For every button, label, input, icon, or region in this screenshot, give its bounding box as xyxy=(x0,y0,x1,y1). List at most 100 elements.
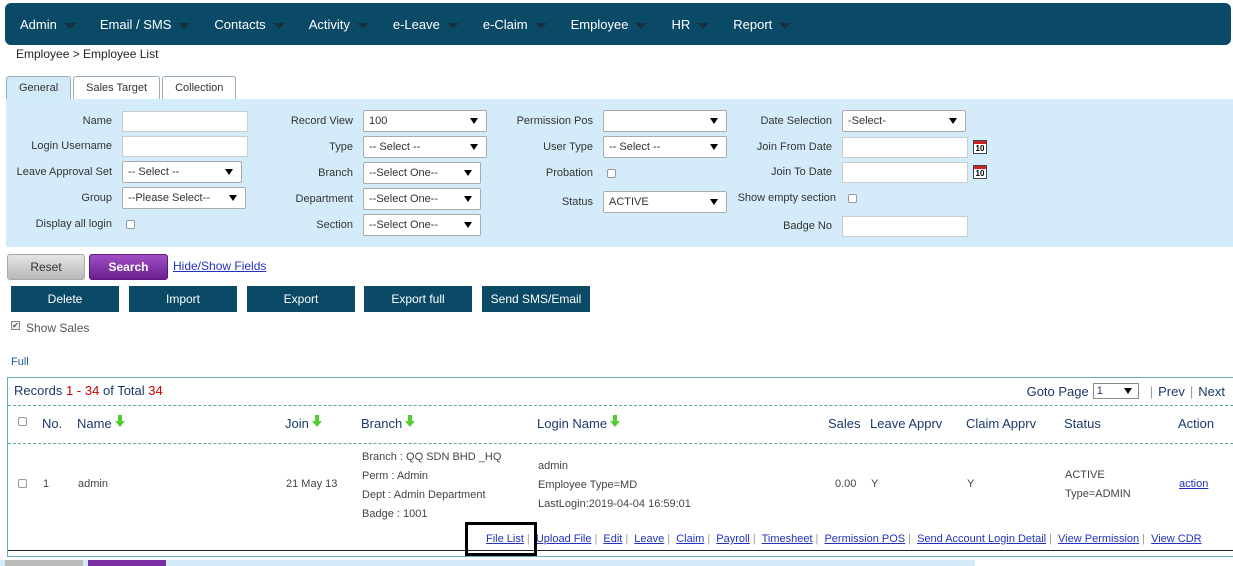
permission-pos-link[interactable]: Permission POS xyxy=(824,533,905,545)
row-status: ACTIVE Type=ADMIN xyxy=(1065,469,1131,500)
tab-general[interactable]: General xyxy=(6,76,72,100)
type-select[interactable]: -- Select -- xyxy=(363,136,487,158)
nav-e-leave[interactable]: e-Leave xyxy=(386,3,466,45)
highlight-box xyxy=(465,522,537,556)
row-checkbox[interactable] xyxy=(18,479,27,488)
nav-report[interactable]: Report xyxy=(726,3,798,45)
show-sales-checkbox[interactable]: ✔ xyxy=(11,320,20,330)
row-claim-apprv: Y xyxy=(967,478,975,490)
nav-hr[interactable]: HR xyxy=(664,3,716,45)
leave-approval-set-select[interactable]: -- Select -- xyxy=(122,161,242,183)
date-selection-select[interactable]: -Select- xyxy=(842,110,966,132)
row-name: admin xyxy=(78,478,108,490)
next-link[interactable]: Next xyxy=(1198,384,1225,399)
dropdown-arrow-icon xyxy=(470,118,478,124)
bottom-upload-button[interactable] xyxy=(88,560,166,566)
section-select[interactable]: --Select One-- xyxy=(363,214,481,236)
tab-collection[interactable]: Collection xyxy=(162,76,237,100)
hide-show-fields-link[interactable]: Hide/Show Fields xyxy=(173,259,266,273)
sort-down-arrow-icon xyxy=(405,414,416,427)
nav-admin[interactable]: Admin xyxy=(13,3,83,45)
nav-email-sms[interactable]: Email / SMS xyxy=(93,3,198,45)
join-from-date-input[interactable] xyxy=(842,136,968,158)
login-username-input[interactable] xyxy=(122,135,248,157)
dropdown-arrow-icon xyxy=(464,196,472,202)
reset-button[interactable]: Reset xyxy=(7,254,85,280)
dropdown-arrow-icon xyxy=(225,169,233,175)
records-table: Records 1 - 34 of Total 34 Goto Page 1 |… xyxy=(7,377,1233,557)
section-label: Section xyxy=(316,219,353,231)
row-sales: 0.00 xyxy=(835,478,857,490)
row-action: action xyxy=(1179,475,1208,494)
user-type-label: User Type xyxy=(543,141,593,153)
date-selection-label: Date Selection xyxy=(760,115,832,127)
tab-bar: General Sales Target Collection xyxy=(6,76,238,100)
row-join: 21 May 13 xyxy=(286,478,338,490)
full-link[interactable]: Full xyxy=(11,356,29,368)
claim-link[interactable]: Claim xyxy=(676,533,704,545)
col-login-name[interactable]: Login Name xyxy=(537,414,621,431)
nav-employee[interactable]: Employee xyxy=(564,3,655,45)
view-permission-link[interactable]: View Permission xyxy=(1058,533,1139,545)
col-join[interactable]: Join xyxy=(285,414,323,431)
department-select[interactable]: --Select One-- xyxy=(363,188,481,210)
goto-page-select[interactable]: 1 xyxy=(1092,383,1139,399)
badge-no-input[interactable] xyxy=(842,215,968,237)
breadcrumb: Employee > Employee List xyxy=(16,47,159,61)
col-claim-apprv: Claim Apprv xyxy=(966,416,1037,431)
show-sales-toggle[interactable]: ✔ Show Sales xyxy=(11,320,90,335)
upload-file-link[interactable]: Upload File xyxy=(536,533,592,545)
chevron-down-icon xyxy=(779,22,792,29)
bottom-reset-button[interactable] xyxy=(5,560,83,566)
join-to-date-input[interactable] xyxy=(842,161,968,183)
action-link[interactable]: action xyxy=(1179,478,1208,490)
export-full-button[interactable]: Export full xyxy=(364,286,472,312)
show-empty-section-checkbox[interactable] xyxy=(848,193,857,203)
col-no: No. xyxy=(42,416,63,431)
dropdown-arrow-icon xyxy=(470,144,478,150)
col-action: Action xyxy=(1178,416,1215,431)
select-all-checkbox[interactable] xyxy=(18,417,27,426)
leave-approval-set-label: Leave Approval Set xyxy=(16,166,112,178)
group-select[interactable]: --Please Select-- xyxy=(122,187,246,209)
search-button[interactable]: Search xyxy=(89,254,168,280)
tab-sales-target[interactable]: Sales Target xyxy=(73,76,161,100)
import-button[interactable]: Import xyxy=(129,286,237,312)
status-label: Status xyxy=(561,196,593,208)
row-action-links: File List | Upload File | Edit | Leave | Cla… xyxy=(486,533,1202,545)
delete-button[interactable]: Delete xyxy=(11,286,119,312)
chevron-down-icon xyxy=(356,22,369,29)
send-sms-email-button[interactable]: Send SMS/Email xyxy=(482,286,590,312)
nav-contacts[interactable]: Contacts xyxy=(207,3,291,45)
view-cdr-link[interactable]: View CDR xyxy=(1151,533,1202,545)
records-summary: Records 1 - 34 of Total 34 xyxy=(14,383,163,398)
branch-select[interactable]: --Select One-- xyxy=(363,162,481,184)
chevron-down-icon xyxy=(272,22,285,29)
dropdown-arrow-icon xyxy=(949,118,957,124)
export-button[interactable]: Export xyxy=(247,286,355,312)
nav-e-claim[interactable]: e-Claim xyxy=(476,3,554,45)
send-account-login-detail-link[interactable]: Send Account Login Detail xyxy=(917,533,1046,545)
col-branch[interactable]: Branch xyxy=(361,414,416,431)
prev-link[interactable]: Prev xyxy=(1158,384,1185,399)
display-all-login-checkbox[interactable] xyxy=(126,219,135,229)
type-label: Type xyxy=(329,141,353,153)
calendar-icon[interactable]: 10 xyxy=(973,140,987,154)
record-view-select[interactable]: 100 xyxy=(363,110,487,132)
col-leave-apprv: Leave Apprv xyxy=(870,416,943,431)
dropdown-arrow-icon xyxy=(464,222,472,228)
leave-link[interactable]: Leave xyxy=(634,533,664,545)
col-sales: Sales xyxy=(828,416,861,431)
col-name[interactable]: Name xyxy=(77,414,126,431)
col-status: Status xyxy=(1064,416,1101,431)
payroll-link[interactable]: Payroll xyxy=(716,533,750,545)
show-sales-label: Show Sales xyxy=(26,321,90,335)
probation-checkbox[interactable] xyxy=(607,168,616,178)
name-input[interactable] xyxy=(122,110,248,132)
edit-link[interactable]: Edit xyxy=(603,533,622,545)
group-label: Group xyxy=(81,192,112,204)
nav-activity[interactable]: Activity xyxy=(302,3,376,45)
display-all-login-label: Display all login xyxy=(35,218,112,230)
timesheet-link[interactable]: Timesheet xyxy=(762,533,813,545)
calendar-icon[interactable]: 10 xyxy=(973,165,987,179)
